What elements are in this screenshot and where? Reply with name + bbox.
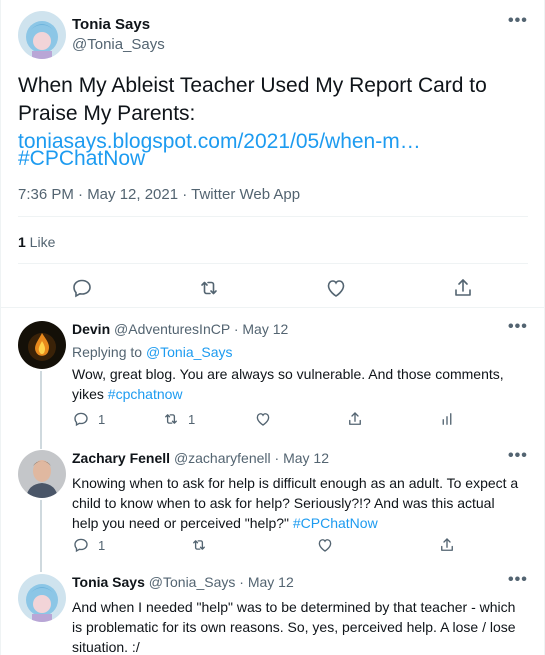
reply-header: Devin @AdventuresInCP · May 12 (72, 321, 288, 337)
heart-icon[interactable] (254, 410, 272, 428)
replying-to: Replying to @Tonia_Says (72, 344, 233, 360)
reply-header: Zachary Fenell @zacharyfenell · May 12 (72, 450, 329, 466)
author-handle[interactable]: @zacharyfenell (174, 450, 271, 466)
focused-tweet: Tonia Says @Tonia_Says ••• When My Ablei… (0, 0, 545, 308)
likes-label: Like (25, 234, 56, 250)
tweet-hashtag[interactable]: #CPChatNow (18, 147, 145, 171)
heart-icon[interactable] (324, 276, 350, 302)
avatar[interactable] (18, 574, 66, 622)
reply-header: Tonia Says @Tonia_Says · May 12 (72, 574, 294, 590)
tweet-text-body: When My Ableist Teacher Used My Report C… (18, 74, 487, 125)
reply-time[interactable]: · May 12 (239, 574, 293, 590)
more-options-icon[interactable]: ••• (508, 12, 528, 30)
reply-text: Wow, great blog. You are always so vulne… (72, 364, 522, 404)
author-name[interactable]: Tonia Says (72, 574, 145, 590)
reply-button[interactable]: 1 (72, 536, 105, 554)
reply-actions: 1 (72, 536, 512, 556)
retweet-button[interactable]: 1 (162, 410, 195, 428)
tweet-text: When My Ableist Teacher Used My Report C… (18, 72, 533, 156)
more-options-icon[interactable]: ••• (508, 318, 528, 336)
replying-handle[interactable]: @Tonia_Says (146, 344, 233, 360)
analytics-icon[interactable] (438, 410, 456, 428)
reply-count: 1 (98, 537, 106, 553)
reply-icon (72, 536, 90, 554)
reply-hashtag[interactable]: #CPChatNow (293, 515, 378, 531)
tweet-actions (0, 276, 545, 302)
reply-button[interactable]: 1 (72, 410, 105, 428)
reply-actions: 1 1 (72, 410, 512, 430)
retweet-icon[interactable] (190, 536, 208, 554)
author-name[interactable]: Devin (72, 321, 110, 337)
avatar[interactable] (18, 11, 66, 59)
avatar[interactable] (18, 450, 66, 498)
retweet-icon (162, 410, 180, 428)
avatar[interactable] (18, 321, 66, 369)
reply-tweet[interactable]: Devin @AdventuresInCP · May 12 ••• Reply… (0, 318, 545, 449)
reply-count: 1 (98, 411, 106, 427)
retweet-count: 1 (188, 411, 196, 427)
share-icon[interactable] (346, 410, 364, 428)
reply-text: Knowing when to ask for help is difficul… (72, 473, 522, 533)
likes-count[interactable]: 1 Like (18, 234, 55, 250)
reply-hashtag[interactable]: #cpchatnow (108, 386, 183, 402)
more-options-icon[interactable]: ••• (508, 571, 528, 589)
more-options-icon[interactable]: ••• (508, 447, 528, 465)
reply-text: And when I needed "help" was to be deter… (72, 599, 516, 655)
author-handle[interactable]: @AdventuresInCP (114, 321, 230, 337)
divider (18, 263, 528, 264)
reply-time[interactable]: · May 12 (275, 450, 329, 466)
reply-tweet[interactable]: Tonia Says @Tonia_Says · May 12 ••• And … (0, 571, 545, 655)
heart-icon[interactable] (316, 536, 334, 554)
author-handle[interactable]: @Tonia_Says (72, 36, 165, 53)
retweet-icon[interactable] (197, 276, 223, 302)
thread-line (40, 371, 42, 449)
reply-tweet[interactable]: Zachary Fenell @zacharyfenell · May 12 •… (0, 447, 545, 572)
author-name[interactable]: Tonia Says (72, 16, 150, 33)
share-icon[interactable] (438, 536, 456, 554)
author-handle[interactable]: @Tonia_Says (149, 574, 236, 590)
divider (18, 216, 528, 217)
author-name[interactable]: Zachary Fenell (72, 450, 170, 466)
tweet-meta[interactable]: 7:36 PM · May 12, 2021 · Twitter Web App (18, 186, 300, 203)
reply-time[interactable]: · May 12 (234, 321, 288, 337)
share-icon[interactable] (451, 276, 477, 302)
reply-icon (72, 410, 90, 428)
replying-prefix: Replying to (72, 344, 146, 360)
thread-line (40, 500, 42, 572)
reply-icon[interactable] (70, 276, 96, 302)
likes-number: 1 (18, 234, 26, 250)
